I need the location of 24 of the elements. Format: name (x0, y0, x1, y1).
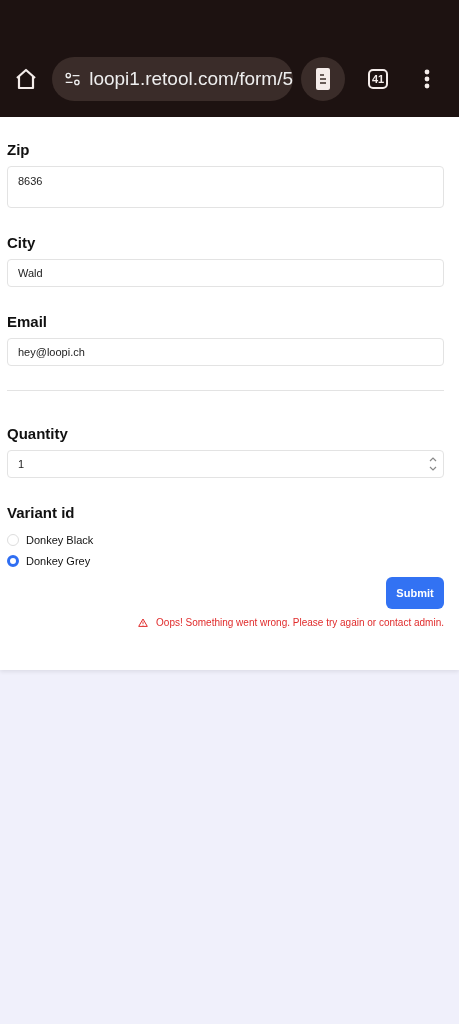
input-field[interactable]: 8636 (7, 166, 444, 208)
submit-button[interactable]: Submit (386, 577, 444, 609)
url-text: loopi1.retool.com/form/5 (89, 67, 293, 90)
tab-switcher-button[interactable]: 41 (368, 68, 388, 89)
stepper-icon[interactable] (429, 457, 437, 471)
reader-mode-button[interactable] (301, 56, 345, 101)
site-settings-icon[interactable] (64, 70, 82, 87)
field-label: Variant id (7, 504, 75, 521)
radio-button[interactable] (7, 554, 19, 567)
menu-icon[interactable] (424, 68, 430, 89)
home-icon[interactable] (14, 66, 38, 91)
option-label[interactable]: Donkey Grey (26, 554, 91, 567)
option-label[interactable]: Donkey Black (26, 533, 94, 546)
address-bar[interactable]: loopi1.retool.com/form/5 (52, 56, 293, 101)
number-field[interactable]: 1 (7, 450, 444, 478)
field-label: City (7, 234, 36, 251)
warning-icon (138, 618, 149, 627)
input-field[interactable]: Wald (7, 259, 444, 287)
document-icon (315, 66, 331, 91)
field-label: Quantity (7, 425, 68, 442)
field-label: Email (7, 313, 48, 330)
error-message: Oops! Something went wrong. Please try again or contact admin. (156, 617, 444, 628)
field-label: Zip (7, 141, 30, 158)
input-field[interactable]: hey@loopi.ch (7, 338, 444, 366)
